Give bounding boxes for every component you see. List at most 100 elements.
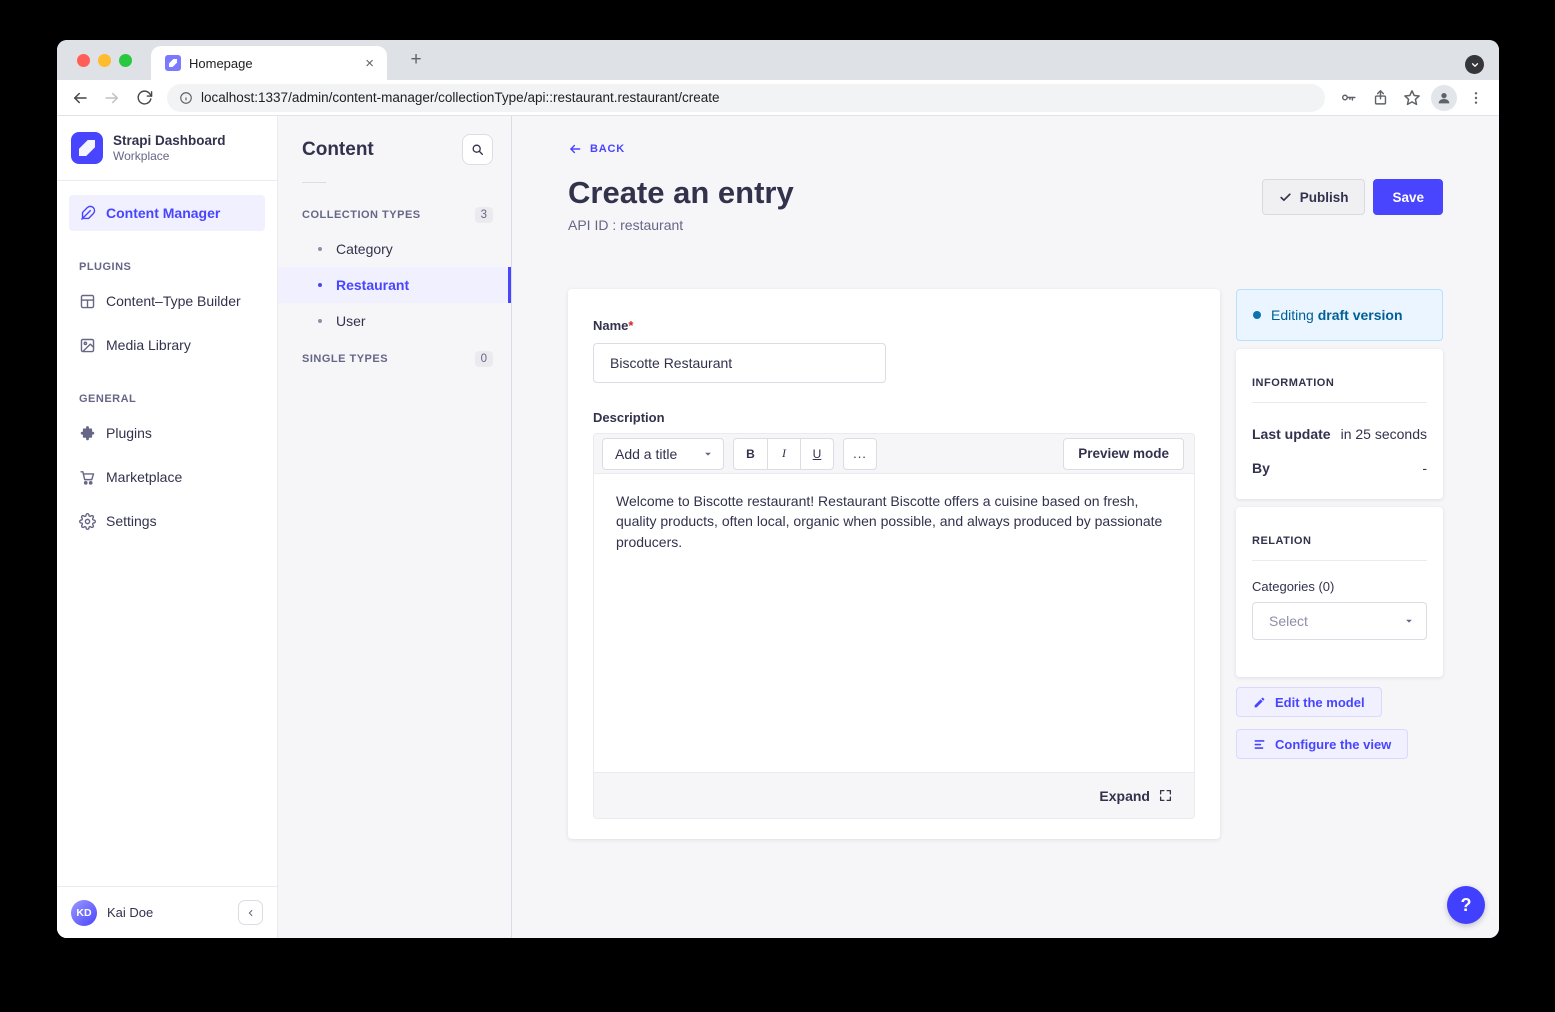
edit-model-button[interactable]: Edit the model [1236, 687, 1382, 717]
subnav-item-label: Category [336, 241, 393, 257]
by-label: By [1252, 460, 1270, 476]
categories-label: Categories (0) [1252, 579, 1427, 594]
description-field-label: Description [593, 410, 1195, 425]
back-button[interactable] [67, 85, 93, 111]
url-text: localhost:1337/admin/content-manager/col… [201, 90, 720, 105]
subnav-item-category[interactable]: Category [278, 231, 511, 267]
subnav-item-restaurant[interactable]: Restaurant [278, 267, 511, 303]
workspace-name: Workplace [113, 149, 226, 163]
window-controls [77, 54, 132, 67]
share-icon[interactable] [1367, 85, 1393, 111]
close-window-button[interactable] [77, 54, 90, 67]
new-tab-button[interactable]: + [404, 48, 428, 72]
user-name: Kai Doe [107, 905, 228, 920]
sidebar-item-label: Marketplace [106, 469, 182, 485]
subnav-item-user[interactable]: User [278, 303, 511, 339]
save-label: Save [1392, 190, 1424, 205]
user-avatar[interactable]: KD [71, 900, 97, 926]
save-button[interactable]: Save [1373, 179, 1443, 215]
sidebar-item-content-manager[interactable]: Content Manager [69, 195, 265, 231]
url-bar[interactable]: localhost:1337/admin/content-manager/col… [167, 84, 1325, 112]
browser-update-icon[interactable] [1465, 55, 1484, 74]
api-id-subtitle: API ID : restaurant [568, 217, 794, 233]
sidebar-section-general: GENERAL [69, 371, 265, 415]
publish-label: Publish [1300, 190, 1349, 205]
last-update-value: in 25 seconds [1341, 426, 1427, 442]
app-name: Strapi Dashboard [113, 133, 226, 150]
bold-button[interactable]: B [734, 439, 767, 469]
bookmark-star-icon[interactable] [1399, 85, 1425, 111]
close-tab-icon[interactable]: × [362, 55, 377, 72]
relation-card: RELATION Categories (0) Select [1236, 507, 1443, 677]
divider [1252, 560, 1427, 561]
title-style-dropdown[interactable]: Add a title [602, 438, 724, 470]
single-types-count-badge: 0 [475, 351, 493, 367]
sidebar-item-label: Settings [106, 513, 157, 529]
collection-types-header: COLLECTION TYPES [302, 209, 421, 221]
configure-view-label: Configure the view [1275, 737, 1391, 752]
content-subnav: Content COLLECTION TYPES 3 Category Rest… [278, 116, 512, 938]
categories-select-placeholder: Select [1269, 613, 1308, 629]
reload-button[interactable] [131, 85, 157, 111]
sidebar-item-settings[interactable]: Settings [69, 503, 265, 539]
description-textarea[interactable]: Welcome to Biscotte restaurant! Restaura… [594, 474, 1194, 772]
search-button[interactable] [462, 134, 493, 165]
site-info-icon[interactable] [179, 91, 193, 105]
search-icon [471, 143, 484, 156]
underline-button[interactable]: U [800, 439, 833, 469]
sidebar-item-content-type-builder[interactable]: Content–Type Builder [69, 283, 265, 319]
name-field-label: Name* [593, 318, 633, 333]
minimize-window-button[interactable] [98, 54, 111, 67]
title-style-label: Add a title [615, 446, 677, 462]
sidebar-item-marketplace[interactable]: Marketplace [69, 459, 265, 495]
draft-status-banner: Editing draft version [1236, 289, 1443, 341]
help-button[interactable]: ? [1447, 886, 1485, 924]
categories-select[interactable]: Select [1252, 602, 1427, 640]
back-link[interactable]: BACK [568, 142, 625, 156]
required-asterisk: * [628, 318, 633, 333]
forward-button[interactable] [99, 85, 125, 111]
italic-button[interactable]: I [767, 439, 800, 469]
publish-button[interactable]: Publish [1262, 179, 1366, 215]
shopping-cart-icon [79, 469, 96, 486]
image-icon [79, 337, 96, 354]
preview-mode-button[interactable]: Preview mode [1063, 438, 1184, 470]
name-input[interactable] [593, 343, 886, 383]
divider [302, 182, 326, 183]
by-row: By - [1252, 460, 1427, 476]
more-formats-button[interactable]: ... [843, 438, 877, 470]
by-value: - [1422, 460, 1427, 476]
collapse-sidebar-button[interactable] [238, 900, 263, 925]
password-key-icon[interactable] [1335, 85, 1361, 111]
browser-tab[interactable]: Homepage × [151, 46, 387, 80]
chevron-down-icon [703, 449, 713, 459]
sidebar-item-media-library[interactable]: Media Library [69, 327, 265, 363]
entry-form-card: Name* Description Add a title [568, 289, 1220, 839]
right-rail: Editing draft version INFORMATION Last u… [1236, 289, 1443, 759]
expand-button[interactable]: Expand [1099, 788, 1172, 804]
configure-view-button[interactable]: Configure the view [1236, 729, 1408, 759]
draft-status-text: Editing draft version [1271, 307, 1403, 323]
information-title: INFORMATION [1252, 377, 1427, 389]
subnav-item-label: Restaurant [336, 277, 409, 293]
browser-menu-icon[interactable] [1463, 85, 1489, 111]
browser-profile-avatar[interactable] [1431, 85, 1457, 111]
workspace-brand[interactable]: Strapi Dashboard Workplace [57, 116, 277, 181]
information-card: INFORMATION Last update in 25 seconds By… [1236, 349, 1443, 499]
format-button-group: B I U [733, 438, 834, 470]
browser-toolbar: localhost:1337/admin/content-manager/col… [57, 80, 1499, 116]
sidebar-item-plugins[interactable]: Plugins [69, 415, 265, 451]
puzzle-icon [79, 425, 96, 442]
expand-icon [1159, 789, 1172, 802]
bullet-icon [318, 319, 322, 323]
rich-text-editor: Add a title B I U ... Preview mode [593, 433, 1195, 819]
status-dot-icon [1253, 311, 1261, 319]
tab-title: Homepage [189, 56, 354, 71]
back-label: BACK [590, 143, 625, 155]
check-icon [1279, 191, 1292, 204]
maximize-window-button[interactable] [119, 54, 132, 67]
editor-footer: Expand [594, 772, 1194, 818]
gear-icon [79, 513, 96, 530]
description-text: Welcome to Biscotte restaurant! Restaura… [616, 491, 1172, 552]
back-arrow-icon [568, 142, 582, 156]
